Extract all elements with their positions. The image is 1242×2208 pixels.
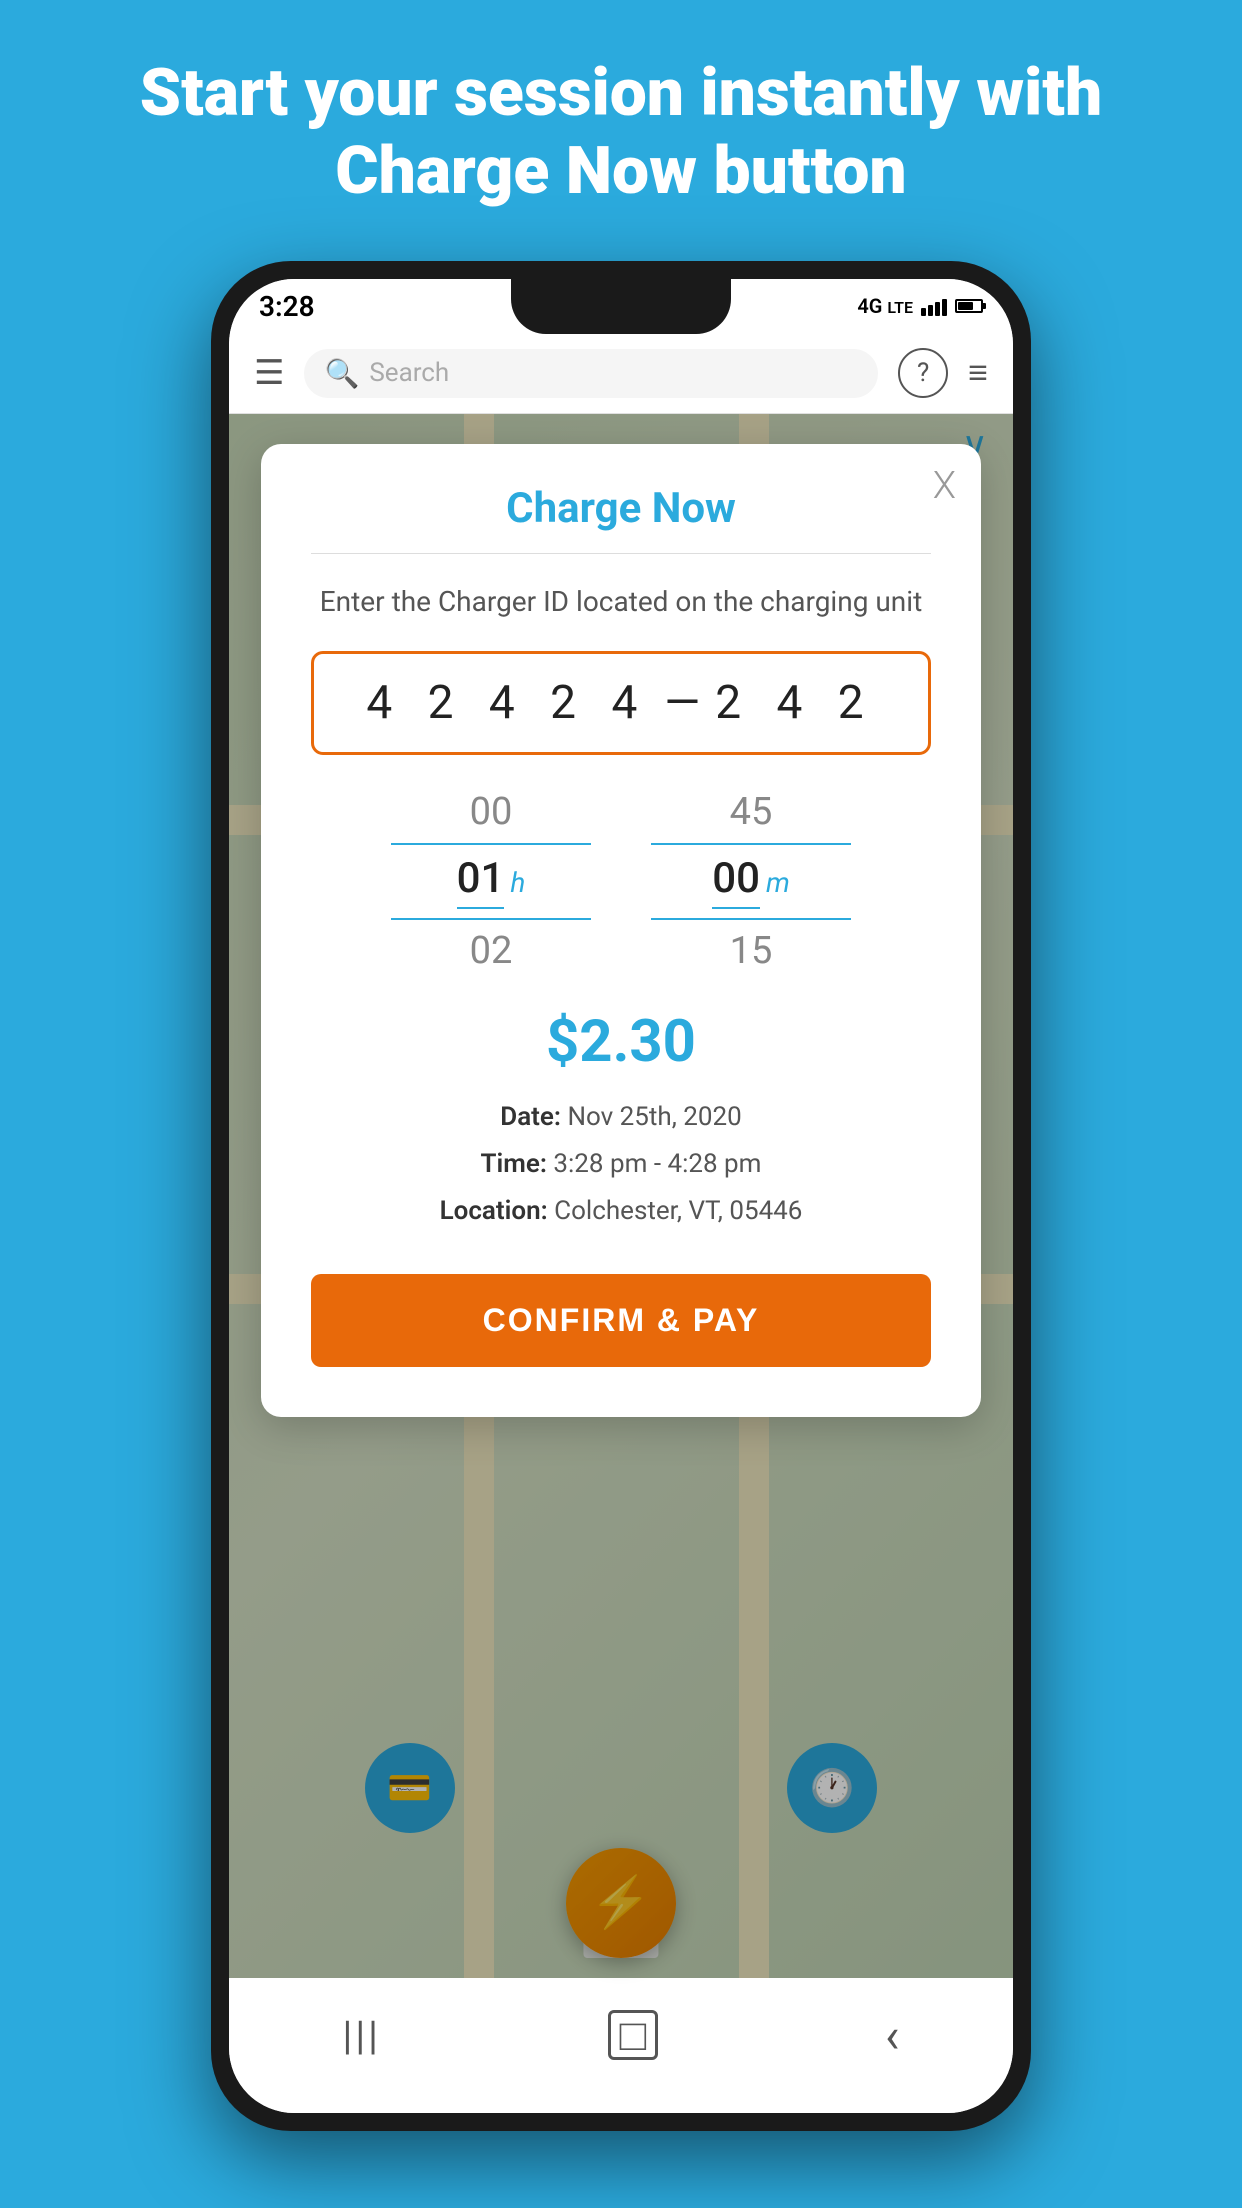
signal-bar-4: [942, 299, 947, 316]
session-time: Time: 3:28 pm - 4:28 pm: [311, 1141, 931, 1188]
phone-notch: [511, 279, 731, 334]
hours-unit: h: [510, 866, 525, 899]
charger-id-separator: —: [664, 676, 700, 730]
nav-back-icon[interactable]: ‹: [885, 2007, 899, 2064]
minutes-unit: m: [766, 866, 790, 899]
session-info: Date: Nov 25th, 2020 Time: 3:28 pm - 4:2…: [311, 1094, 931, 1234]
location-value: Colchester, VT, 05446: [554, 1196, 802, 1226]
search-bar[interactable]: 🔍 Search: [304, 349, 878, 398]
date-label: Date:: [500, 1102, 561, 1132]
time-picker[interactable]: 00 01 h 02 45: [311, 790, 931, 973]
minutes-above: 45: [730, 790, 773, 834]
phone-screen: 3:28 4G LTE ☰: [229, 279, 1013, 2113]
modal-overlay: X Charge Now Enter the Charger ID locate…: [229, 414, 1013, 1978]
signal-bar-1: [921, 308, 926, 316]
modal-title: Charge Now: [311, 484, 931, 533]
help-button[interactable]: ?: [898, 348, 948, 398]
hours-active: 01: [457, 854, 505, 909]
status-right: 4G LTE: [857, 294, 983, 318]
app-toolbar: ☰ 🔍 Search ? ≡: [229, 334, 1013, 414]
signal-bars: [921, 296, 947, 316]
signal-bar-2: [928, 305, 933, 316]
hours-divider-bottom: [391, 918, 591, 920]
charger-id-input[interactable]: 4 2 4 2 4 — 2 4 2: [311, 651, 931, 755]
price-display: $2.30: [311, 1008, 931, 1076]
phone-frame: 3:28 4G LTE ☰: [211, 261, 1031, 2131]
search-placeholder-text: Search: [369, 358, 449, 388]
charge-now-modal: X Charge Now Enter the Charger ID locate…: [261, 444, 981, 1418]
session-date: Date: Nov 25th, 2020: [311, 1094, 931, 1141]
modal-divider: [311, 553, 931, 554]
minutes-below: 15: [730, 929, 773, 973]
minutes-divider-bottom: [651, 918, 851, 920]
phone-wrapper: 3:28 4G LTE ☰: [0, 241, 1242, 2131]
status-time: 3:28: [259, 290, 315, 323]
session-location: Location: Colchester, VT, 05446: [311, 1188, 931, 1235]
network-label: 4G LTE: [857, 294, 913, 318]
charger-id-part2: 2 4 2: [715, 676, 875, 730]
menu-icon[interactable]: ☰: [254, 353, 284, 393]
nav-home-icon[interactable]: □: [608, 2010, 658, 2060]
hours-divider-top: [391, 843, 591, 845]
minutes-active: 00: [712, 854, 760, 909]
minutes-column[interactable]: 45 00 m 15: [651, 790, 851, 973]
search-icon: 🔍: [324, 357, 359, 390]
filter-icon[interactable]: ≡: [968, 353, 988, 393]
header-title: Start your session instantly with Charge…: [90, 55, 1152, 211]
modal-subtitle: Enter the Charger ID located on the char…: [311, 582, 931, 621]
bottom-navigation: ||| □ ‹: [229, 1978, 1013, 2113]
hours-below: 02: [470, 929, 513, 973]
hours-above: 00: [470, 790, 513, 834]
toolbar-right: ? ≡: [898, 348, 988, 398]
location-label: Location:: [440, 1196, 548, 1226]
battery-icon: [955, 299, 983, 313]
time-value: 3:28 pm - 4:28 pm: [553, 1149, 761, 1179]
date-value: Nov 25th, 2020: [567, 1102, 741, 1132]
battery-fill: [958, 302, 973, 310]
signal-bar-3: [935, 302, 940, 316]
modal-close-button[interactable]: X: [933, 464, 956, 508]
header-section: Start your session instantly with Charge…: [0, 0, 1242, 241]
time-label: Time:: [481, 1149, 547, 1179]
hours-column[interactable]: 00 01 h 02: [391, 790, 591, 973]
minutes-divider-top: [651, 843, 851, 845]
charger-id-part1: 4 2 4 2 4: [366, 676, 649, 730]
nav-recent-icon[interactable]: |||: [343, 2012, 381, 2059]
confirm-pay-button[interactable]: CONFIRM & PAY: [311, 1274, 931, 1367]
